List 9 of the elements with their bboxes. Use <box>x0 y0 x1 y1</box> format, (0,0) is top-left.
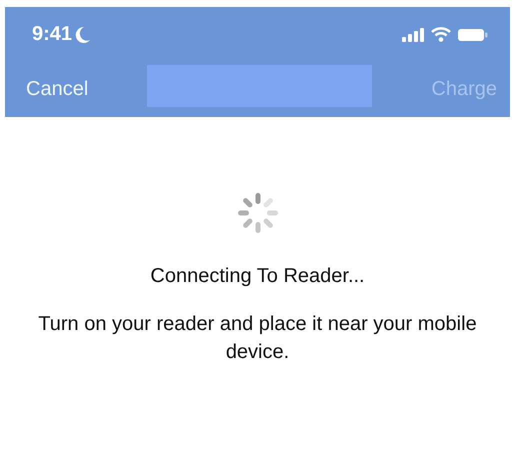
wifi-icon <box>431 27 451 42</box>
loading-spinner-icon <box>236 191 280 235</box>
signal-icon <box>402 28 424 42</box>
instruction-message: Turn on your reader and place it near your mobile device. <box>37 312 478 365</box>
moon-icon <box>75 26 92 44</box>
connecting-title: Connecting To Reader... <box>150 265 365 288</box>
status-time: 9:41 <box>32 23 72 46</box>
battery-icon <box>458 28 488 42</box>
cancel-button[interactable]: Cancel <box>21 74 94 105</box>
